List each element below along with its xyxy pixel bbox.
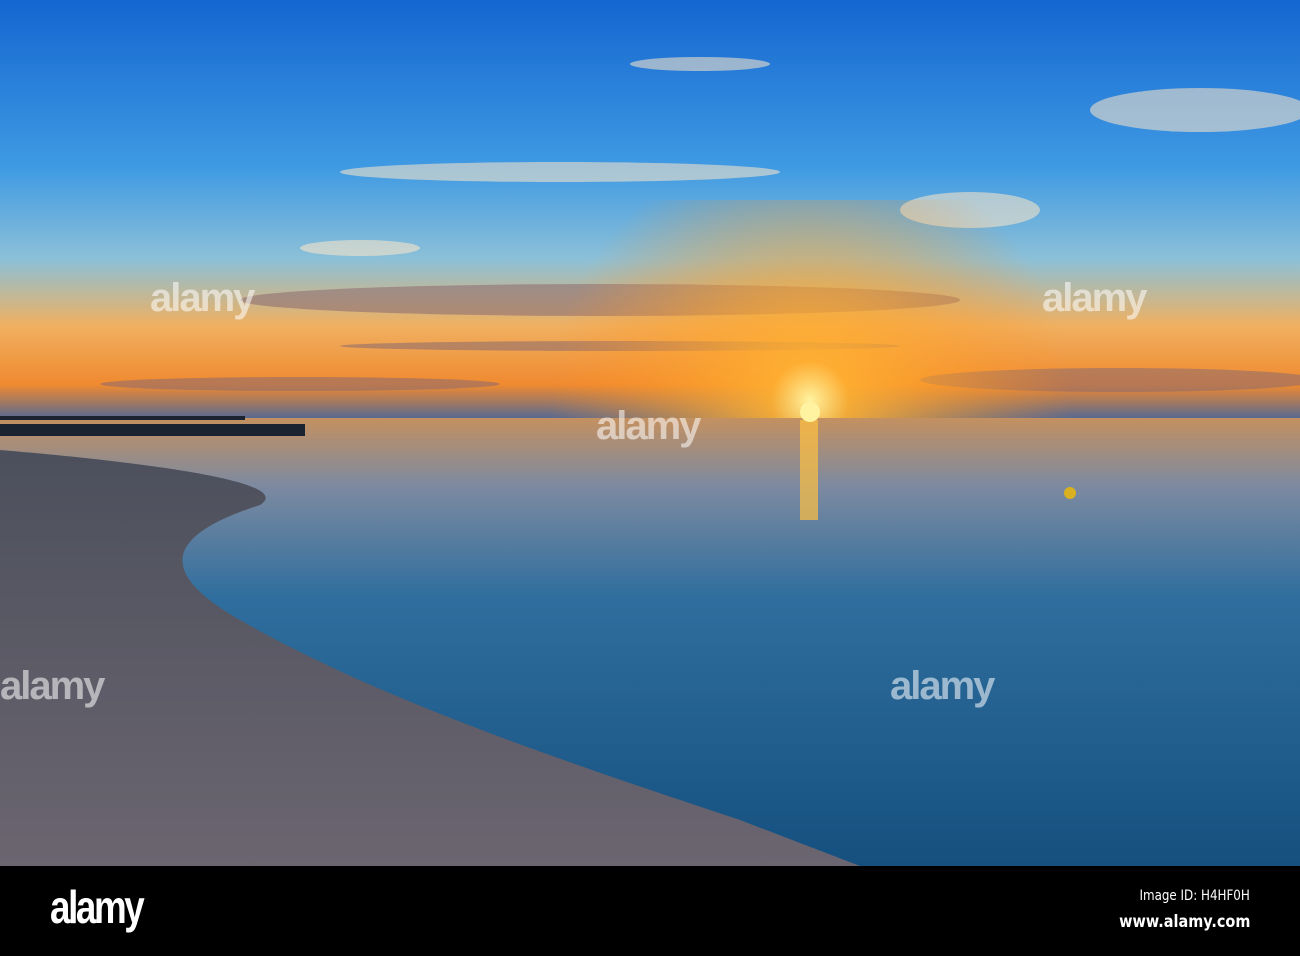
footer-bar: alamy Image ID: H4HF0H www.alamy.com <box>0 866 1300 956</box>
watermark: alamy <box>150 276 255 320</box>
pier <box>0 424 305 436</box>
watermark: alamy <box>890 664 995 708</box>
alamy-logo: alamy <box>50 881 145 933</box>
sun <box>800 402 820 422</box>
stock-photo: alamy alamy alamy alamy alamy alamy Imag… <box>0 0 1300 956</box>
image-id: Image ID: H4HF0H <box>1139 888 1250 904</box>
watermark: alamy <box>0 664 105 708</box>
watermark: alamy <box>596 404 701 448</box>
sun-reflection <box>800 420 818 520</box>
watermark: alamy <box>1042 276 1147 320</box>
website-link: www.alamy.com <box>1118 912 1250 932</box>
buoy <box>1064 487 1076 499</box>
